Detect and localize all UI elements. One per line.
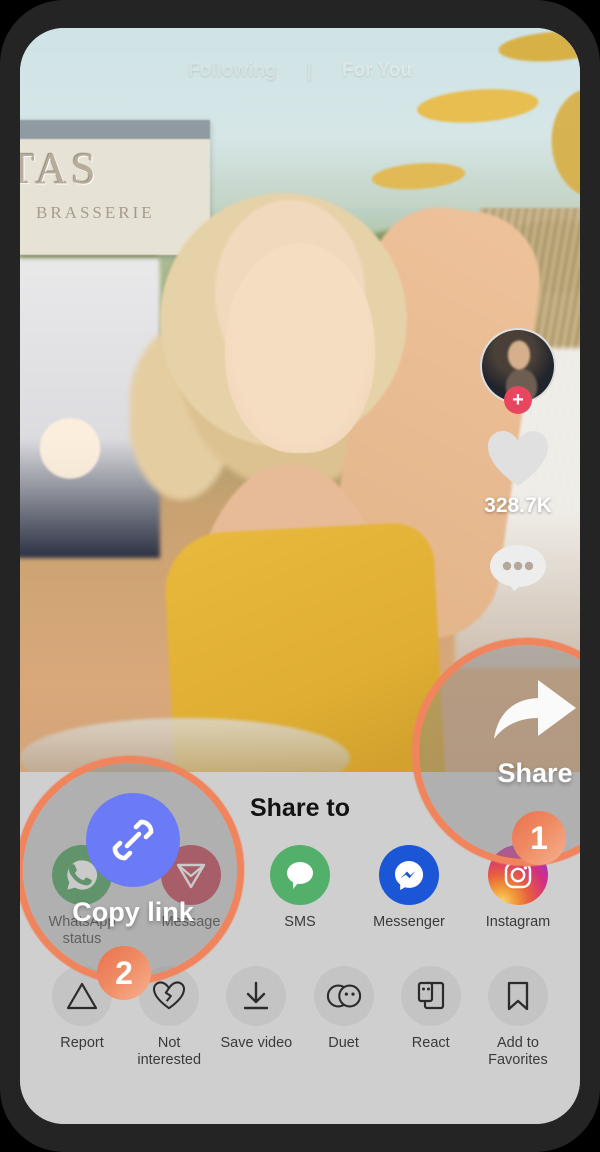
action-label: Add to Favorites	[488, 1035, 548, 1069]
share-arrow-icon[interactable]	[488, 673, 580, 750]
action-label: React	[411, 1035, 450, 1052]
action-label: Report	[60, 1035, 104, 1052]
action-label: Save video	[220, 1035, 293, 1052]
action-label: Duet	[328, 1035, 359, 1052]
comment-button[interactable]	[489, 544, 547, 597]
video-action-rail: + 328.7K	[478, 328, 558, 597]
video-top-nav: Following | For You	[20, 60, 580, 82]
phone-screen: TAS BRASSERIE Following | For You + 328.…	[20, 28, 580, 1124]
video-subject-face	[225, 243, 375, 453]
share-button[interactable]: Share	[475, 673, 580, 789]
tab-divider: |	[306, 60, 312, 81]
copy-link-label: Copy link	[72, 897, 194, 927]
bookmark-icon[interactable]	[487, 966, 548, 1027]
share-target-messenger[interactable]: Messenger	[367, 845, 451, 948]
comment-dots-icon	[490, 545, 546, 591]
link-chain-icon[interactable]	[86, 793, 180, 887]
share-target-sms[interactable]: SMS	[258, 845, 342, 948]
tab-following[interactable]: Following	[188, 60, 277, 82]
video-wine-glass	[20, 398, 125, 578]
share-target-label: SMS	[284, 914, 316, 930]
follow-plus-icon[interactable]: +	[504, 386, 532, 414]
action-label: Not interested	[137, 1035, 202, 1069]
step-badge-1: 1	[512, 811, 566, 865]
heart-icon[interactable]	[486, 430, 550, 488]
sms-icon[interactable]	[270, 845, 330, 905]
action-react[interactable]: React	[389, 966, 473, 1069]
download-icon[interactable]	[226, 966, 287, 1027]
step-badge-2: 2	[97, 946, 151, 1000]
like-count: 328.7K	[484, 494, 552, 517]
duet-circles-icon[interactable]	[313, 966, 374, 1027]
action-duet[interactable]: Duet	[302, 966, 386, 1069]
phone-frame: TAS BRASSERIE Following | For You + 328.…	[0, 0, 600, 1152]
share-target-label: Messenger	[373, 914, 445, 930]
messenger-icon[interactable]	[379, 845, 439, 905]
like-button[interactable]: 328.7K	[484, 430, 552, 518]
creator-avatar-wrapper[interactable]: +	[480, 328, 556, 414]
tab-for-you[interactable]: For You	[342, 60, 412, 82]
share-target-label: Instagram	[485, 914, 551, 930]
copy-link-button[interactable]: Copy link	[68, 793, 198, 928]
share-label: Share	[497, 758, 573, 788]
react-frames-icon[interactable]	[400, 966, 461, 1027]
action-save-video[interactable]: Save video	[214, 966, 298, 1069]
action-add-to-favorites[interactable]: Add to Favorites	[476, 966, 560, 1069]
